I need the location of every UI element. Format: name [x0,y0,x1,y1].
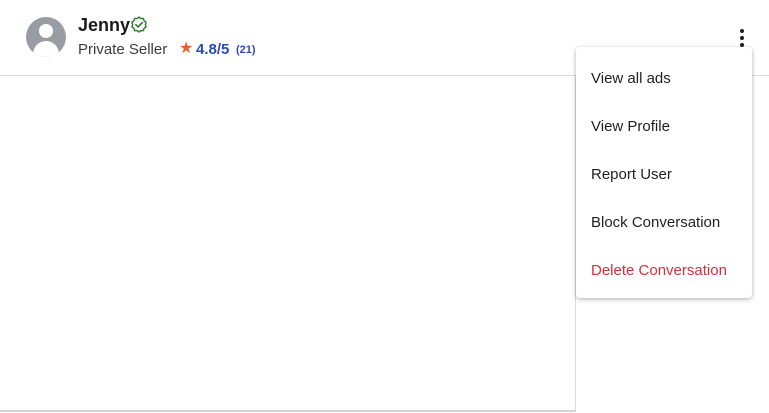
options-dropdown-menu: View all ads View Profile Report User Bl… [576,47,752,298]
menu-item-delete-conversation[interactable]: Delete Conversation [576,247,752,295]
more-vertical-icon [740,29,744,33]
menu-item-label: Delete Conversation [591,262,727,279]
menu-item-view-profile[interactable]: View Profile [576,103,752,151]
menu-item-label: Block Conversation [591,214,721,231]
menu-item-label: Report User [591,166,672,183]
avatar-body-shape [33,41,59,57]
menu-item-block-conversation[interactable]: Block Conversation [576,199,752,247]
seller-type-label: Private Seller [78,41,168,58]
rating-value: 4.8/5 [196,41,230,58]
menu-item-label: View Profile [591,118,670,135]
menu-item-label: View all ads [591,70,671,87]
avatar[interactable] [26,17,66,57]
user-name[interactable]: Jenny [78,14,130,36]
more-vertical-icon-dot [740,36,744,40]
star-icon: ★ [179,40,194,57]
menu-item-report-user[interactable]: Report User [576,151,752,199]
menu-item-view-all-ads[interactable]: View all ads [576,55,752,103]
verified-check-icon [131,16,147,33]
avatar-head-shape [39,24,53,38]
rating-count: (21) [236,44,256,56]
